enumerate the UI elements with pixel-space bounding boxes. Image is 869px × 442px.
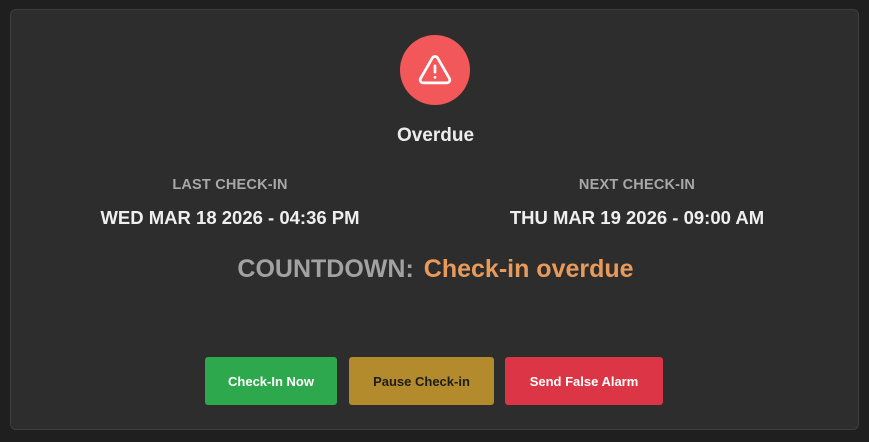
next-checkin-label: NEXT CHECK-IN (578, 177, 696, 193)
last-checkin: LAST CHECK-IN WED MAR 18 2026 - 04:36 PM (50, 176, 410, 229)
next-checkin: NEXT CHECK-IN THU MAR 19 2026 - 09:00 AM (457, 176, 817, 229)
status-label: Overdue (396, 125, 475, 146)
warning-triangle-icon (418, 55, 452, 85)
countdown-label: COUNTDOWN: (237, 255, 414, 283)
check-in-now-button[interactable]: Check-In Now (205, 357, 337, 405)
checkin-status-card: Overdue LAST CHECK-IN WED MAR 18 2026 - … (10, 9, 859, 430)
pause-check-in-button[interactable]: Pause Check-in (349, 357, 494, 405)
send-false-alarm-button[interactable]: Send False Alarm (505, 357, 663, 405)
last-checkin-value: WED MAR 18 2026 - 04:36 PM (100, 207, 360, 228)
countdown: COUNTDOWN: Check-in overdue (11, 254, 860, 284)
status-indicator (400, 35, 470, 105)
countdown-value: Check-in overdue (423, 255, 634, 283)
last-checkin-label: LAST CHECK-IN (172, 177, 288, 193)
next-checkin-value: THU MAR 19 2026 - 09:00 AM (509, 207, 765, 228)
